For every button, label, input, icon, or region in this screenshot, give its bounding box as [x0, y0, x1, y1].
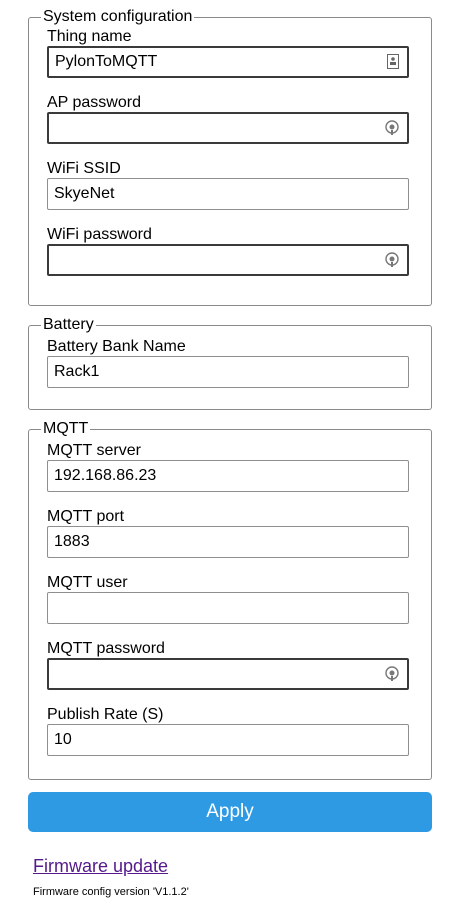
wifi-ssid-label: WiFi SSID: [47, 160, 121, 177]
system-configuration-legend: System configuration: [43, 8, 193, 25]
wifi-password-input-wrap: [47, 244, 409, 276]
thing-name-label: Thing name: [47, 28, 132, 45]
mqtt-user-field: MQTT user: [47, 574, 411, 624]
mqtt-password-label: MQTT password: [47, 640, 165, 657]
mqtt-port-field: MQTT port: [47, 508, 411, 558]
battery-bank-name-field: Battery Bank Name: [47, 338, 411, 388]
ap-password-field: AP password: [47, 94, 411, 144]
wifi-password-field: WiFi password: [47, 226, 411, 276]
mqtt-legend: MQTT: [43, 420, 89, 437]
firmware-update-link[interactable]: Firmware update: [33, 856, 168, 877]
mqtt-server-input[interactable]: [47, 460, 409, 492]
publish-rate-input[interactable]: [47, 724, 409, 756]
thing-name-input-wrap: [47, 46, 409, 78]
ap-password-label: AP password: [47, 94, 141, 111]
wifi-password-label: WiFi password: [47, 226, 152, 243]
battery-section: Battery Battery Bank Name: [28, 316, 432, 410]
mqtt-user-input[interactable]: [47, 592, 409, 624]
firmware-version-text: Firmware config version 'V1.1.2': [33, 886, 189, 898]
system-configuration-section: System configuration Thing name AP passw…: [28, 8, 432, 306]
contact-card-icon[interactable]: [387, 54, 399, 69]
thing-name-input[interactable]: [47, 46, 409, 78]
mqtt-password-field: MQTT password: [47, 640, 411, 690]
mqtt-user-label: MQTT user: [47, 574, 128, 591]
publish-rate-field: Publish Rate (S): [47, 706, 411, 756]
battery-bank-name-input[interactable]: [47, 356, 409, 388]
mqtt-server-label: MQTT server: [47, 442, 141, 459]
ap-password-input[interactable]: [47, 112, 409, 144]
password-reveal-icon[interactable]: [384, 120, 400, 136]
mqtt-port-label: MQTT port: [47, 508, 125, 525]
mqtt-port-input[interactable]: [47, 526, 409, 558]
battery-legend: Battery: [43, 316, 94, 333]
apply-button[interactable]: Apply: [28, 792, 432, 832]
wifi-ssid-field: WiFi SSID: [47, 160, 411, 210]
ap-password-input-wrap: [47, 112, 409, 144]
battery-bank-name-label: Battery Bank Name: [47, 338, 186, 355]
wifi-password-input[interactable]: [47, 244, 409, 276]
password-reveal-icon[interactable]: [384, 666, 400, 682]
password-reveal-icon[interactable]: [384, 252, 400, 268]
thing-name-field: Thing name: [47, 28, 411, 78]
mqtt-password-input[interactable]: [47, 658, 409, 690]
mqtt-password-input-wrap: [47, 658, 409, 690]
mqtt-section: MQTT MQTT server MQTT port MQTT user MQT…: [28, 420, 432, 780]
publish-rate-label: Publish Rate (S): [47, 706, 164, 723]
config-form: System configuration Thing name AP passw…: [28, 8, 432, 780]
mqtt-server-field: MQTT server: [47, 442, 411, 492]
wifi-ssid-input[interactable]: [47, 178, 409, 210]
